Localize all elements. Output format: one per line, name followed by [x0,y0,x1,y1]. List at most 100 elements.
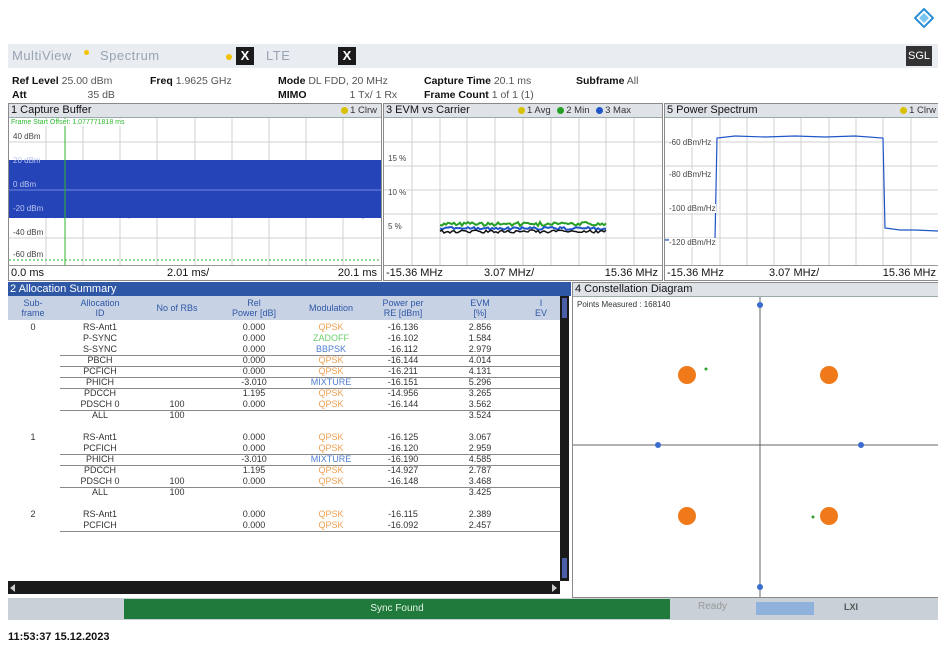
cell-mod: QPSK [318,465,344,475]
close-lte-tab-button[interactable]: X [338,47,356,65]
table-row[interactable]: S-SYNC 0.000 BBPSK -16.112 2.979 [8,344,560,355]
cell-evm: 2.856 [468,322,492,332]
col-allocation-id[interactable]: Allocation ID [60,296,140,322]
table-row[interactable]: PCFICH 0.000 QPSK -16.120 2.959 [8,443,560,454]
cell-mod: QPSK [318,399,344,409]
col-modulation[interactable]: Modulation [296,296,366,322]
cell-rel: 0.000 [242,520,266,530]
sync-status-indicator[interactable]: Sync Found [124,599,670,619]
cell-evm: 1.584 [468,333,492,343]
table-row[interactable]: PDSCH 0 100 0.000 QPSK -16.144 3.562 [8,399,560,410]
evm-x-div: 3.07 MHz/ [484,267,535,279]
cell-evm: 3.562 [468,399,492,409]
allocation-summary-panel[interactable]: 2 Allocation Summary Sub- frame Allocati… [8,282,571,594]
tab-bar: MultiView Spectrum X LTE X [8,44,938,68]
cell-pwr: -16.102 [387,333,419,343]
table-row[interactable]: 1 RS-Ant1 0.000 QPSK -16.125 3.067 [8,432,560,443]
cell-evm: 4.131 [468,366,492,376]
col-power-per-re[interactable]: Power per RE [dBm] [368,296,438,322]
cell-pwr: -16.092 [387,520,419,530]
constellation-plot[interactable] [573,297,938,597]
tab-lte[interactable]: LTE [266,44,290,68]
allocation-table-body[interactable]: 0 RS-Ant1 0.000 QPSK -16.136 2.856 P-SYNC 0.000… [8,322,560,581]
cell-mod: QPSK [318,520,344,530]
vertical-scrollbar[interactable] [560,296,569,581]
capture-buffer-plot[interactable] [9,118,381,265]
cell-sf: 2 [30,509,36,519]
cell-pwr: -16.120 [387,443,419,453]
table-row[interactable]: PCFICH 0.000 QPSK -16.092 2.457 [8,520,560,531]
cell-id: ALL [91,410,108,420]
scrollbar-down-arrow-icon[interactable] [562,558,567,578]
evm-plot[interactable] [384,118,662,265]
cell-id: PDCCH [83,465,116,475]
column-header-label: Rel Power [dB] [231,298,277,318]
cell-mod: MIXTURE [310,377,352,387]
col-evm[interactable]: EVM [%] [440,296,520,322]
evm-trace-label: 1 Avg [527,105,551,116]
cell-mod: QPSK [318,443,344,453]
power-spectrum-panel[interactable]: 5 Power Spectrum 1 Clrw -60 dBm/Hz -80 d… [664,103,938,281]
col-subframe[interactable]: Sub- frame [8,296,58,322]
table-row[interactable]: PDCCH 1.195 QPSK -14.927 2.787 [8,465,560,476]
scroll-right-arrow-icon[interactable] [552,584,557,592]
evm-x-start: -15.36 MHz [386,267,443,279]
cell-sf: 1 [30,432,36,442]
col-no-of-rbs[interactable]: No of RBs [142,296,212,322]
capture-buffer-panel[interactable]: 1 Capture Buffer 1 Clrw Frame Start Offs… [8,103,382,281]
cell-pwr: -16.211 [388,366,418,376]
table-row[interactable]: PHICH -3.010 MIXTURE -16.151 5.296 [8,377,560,388]
trace-dot-icon [557,106,565,114]
cell-rel: -3.010 [241,377,267,387]
evm-vs-carrier-panel[interactable]: 3 EVM vs Carrier 1 Avg 2 Min 3 Max 15 % … [383,103,663,281]
cell-pwr: -16.190 [387,454,419,464]
lxi-icon: LXI [844,602,859,612]
col-rel-power[interactable]: Rel Power [dB] [214,296,294,322]
capture-y-label: -60 dBm [13,250,44,259]
table-row[interactable]: 0 RS-Ant1 0.000 QPSK -16.136 2.856 [8,322,560,333]
table-row[interactable]: PDCCH 1.195 QPSK -14.956 3.265 [8,388,560,399]
table-row[interactable]: PHICH -3.010 MIXTURE -16.190 4.585 [8,454,560,465]
table-row[interactable]: P-SYNC 0.000 ZADOFF -16.102 1.584 [8,333,560,344]
table-row[interactable]: PBCH 0.000 QPSK -16.144 4.014 [8,355,560,366]
cell-pwr: -16.151 [387,377,419,387]
power-trace-label: 1 Clrw [909,105,936,116]
cell-evm: 4.014 [468,355,492,365]
scroll-left-arrow-icon[interactable] [10,584,15,592]
table-row[interactable]: 2 RS-Ant1 0.000 QPSK -16.115 2.389 [8,509,560,520]
table-row[interactable]: ALL 100 3.425 [8,487,560,498]
column-header-label: Power per RE [dBm] [382,298,424,318]
cell-id: PHICH [85,454,114,464]
cell-rel: 0.000 [242,355,266,365]
cell-pwr: -16.125 [387,432,419,442]
constellation-diagram-panel[interactable]: 4 Constellation Diagram Points Measured … [572,282,938,598]
mode-value: DL FDD, 20 MHz [308,75,388,87]
cell-rel: 0.000 [242,432,266,442]
cell-mod: QPSK [318,388,344,398]
cell-evm: 5.296 [468,377,492,387]
mimo-value: 1 Tx/ 1 Rx [349,89,398,101]
tab-multiview[interactable]: MultiView [12,44,72,68]
cell-mod: QPSK [318,432,344,442]
col-partial[interactable]: I EV [522,296,560,322]
cell-evm: 2.389 [468,509,492,519]
cell-evm: 3.468 [468,476,492,486]
horizontal-scrollbar[interactable] [8,581,560,594]
cell-rel: 0.000 [242,509,266,519]
cell-id: RS-Ant1 [82,322,117,332]
table-row[interactable]: ALL 100 3.524 [8,410,560,421]
capture-buffer-title: 1 Capture Buffer [9,104,381,118]
sweep-mode-button[interactable]: SGL [906,46,932,66]
cell-evm: 2.959 [468,443,492,453]
sweep-mode-label: SGL [907,50,930,62]
scrollbar-up-arrow-icon[interactable] [562,298,567,318]
tab-spectrum[interactable]: Spectrum [100,44,160,68]
column-header-label: No of RBs [156,303,198,313]
table-row[interactable]: PCFICH 0.000 QPSK -16.211 4.131 [8,366,560,377]
cell-evm: 3.067 [468,432,492,442]
cell-rel: -3.010 [241,454,267,464]
row-separator [60,530,560,532]
close-spectrum-tab-button[interactable]: X [236,47,254,65]
att-value: 35 dB [87,89,115,101]
table-row[interactable]: PDSCH 0 100 0.000 QPSK -16.148 3.468 [8,476,560,487]
